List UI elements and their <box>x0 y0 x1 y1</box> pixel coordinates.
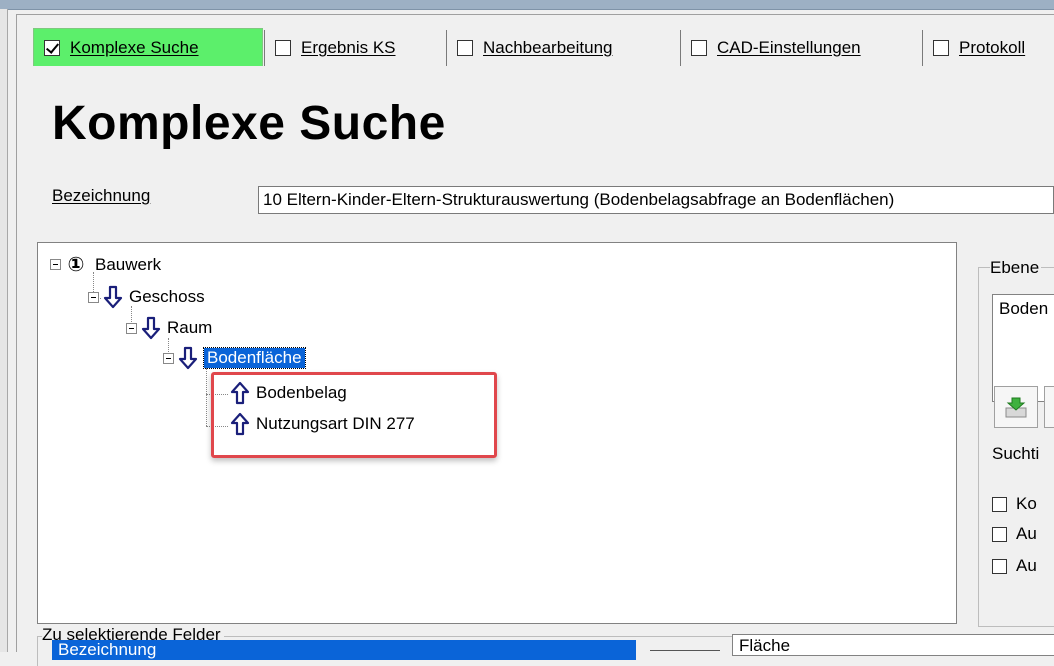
tree-node-label: Bauwerk <box>95 254 162 274</box>
checkbox[interactable] <box>992 558 1007 574</box>
checkbox[interactable] <box>992 526 1007 542</box>
tab-label: Protokoll <box>959 38 1026 57</box>
tree-node-label-selected: Bodenfläche <box>203 347 306 369</box>
window-title-frame <box>0 0 1054 10</box>
highlight-annotation-box <box>211 372 497 458</box>
field-arrow-line <box>650 650 720 651</box>
suchtiefe-label: Suchti <box>992 444 1040 463</box>
option-label: Au <box>1016 556 1037 575</box>
tab-komplexe-suche[interactable]: Komplexe Suche <box>33 28 263 66</box>
tab-checkbox[interactable] <box>933 40 949 56</box>
tab-cad-einstellungen[interactable]: CAD-Einstellungen <box>681 30 919 66</box>
bezeichnung-label: Bezeichnung <box>52 186 151 205</box>
tree-collapse-icon[interactable] <box>126 322 137 334</box>
tree-node-geschoss[interactable]: Geschoss <box>88 285 205 309</box>
tab-label: Ergebnis KS <box>301 38 396 57</box>
ebene-list-item[interactable]: Boden <box>999 299 1048 318</box>
panel-left-border <box>16 14 17 652</box>
panel-top-border <box>16 14 1054 15</box>
tab-checkbox-checked[interactable] <box>44 39 60 56</box>
tree-node-bauwerk[interactable]: ① Bauwerk <box>50 252 161 277</box>
tree-connector <box>206 368 207 426</box>
second-toolbar-button[interactable] <box>1044 386 1054 428</box>
add-green-icon <box>1005 397 1027 418</box>
arrow-down-icon <box>103 285 123 309</box>
option-label: Ko <box>1016 494 1037 513</box>
tab-checkbox[interactable] <box>275 40 291 56</box>
arrow-down-icon <box>141 316 161 340</box>
tab-protokoll[interactable]: Protokoll <box>923 30 1054 66</box>
checkbox[interactable] <box>992 496 1007 512</box>
page-title: Komplexe Suche <box>52 97 446 150</box>
tree-node-label: Geschoss <box>129 287 205 306</box>
arrow-down-icon <box>178 346 198 370</box>
tree-node-raum[interactable]: Raum <box>126 316 212 340</box>
circled-one-icon: ① <box>67 254 85 276</box>
tab-label: Komplexe Suche <box>70 37 199 57</box>
tree-collapse-icon[interactable] <box>163 352 174 364</box>
option-label: Au <box>1016 524 1037 543</box>
tree-node-label: Raum <box>167 318 213 337</box>
tree-collapse-icon[interactable] <box>88 291 99 303</box>
tab-nachbearbeitung[interactable]: Nachbearbeitung <box>447 30 677 66</box>
tab-checkbox[interactable] <box>691 40 707 56</box>
field-list-selected-item[interactable]: Bezeichnung <box>52 640 636 660</box>
window-left-frame <box>0 9 8 652</box>
selected-fields-list[interactable]: Fläche <box>732 634 1054 656</box>
option-checkbox-2[interactable]: Au <box>992 524 1037 544</box>
tab-ergebnis-ks[interactable]: Ergebnis KS <box>265 30 443 66</box>
ebene-group-legend: Ebene <box>990 258 1042 278</box>
tab-checkbox[interactable] <box>457 40 473 56</box>
option-checkbox-1[interactable]: Ko <box>992 494 1037 514</box>
tab-label: CAD-Einstellungen <box>717 38 861 57</box>
option-checkbox-3[interactable]: Au <box>992 556 1037 576</box>
add-level-button[interactable] <box>994 386 1038 428</box>
tab-label: Nachbearbeitung <box>483 38 613 57</box>
bezeichnung-field[interactable]: 10 Eltern-Kinder-Eltern-Strukturauswertu… <box>258 186 1054 214</box>
tree-node-bodenflaeche[interactable]: Bodenfläche <box>163 346 306 370</box>
tree-collapse-icon[interactable] <box>50 259 61 270</box>
